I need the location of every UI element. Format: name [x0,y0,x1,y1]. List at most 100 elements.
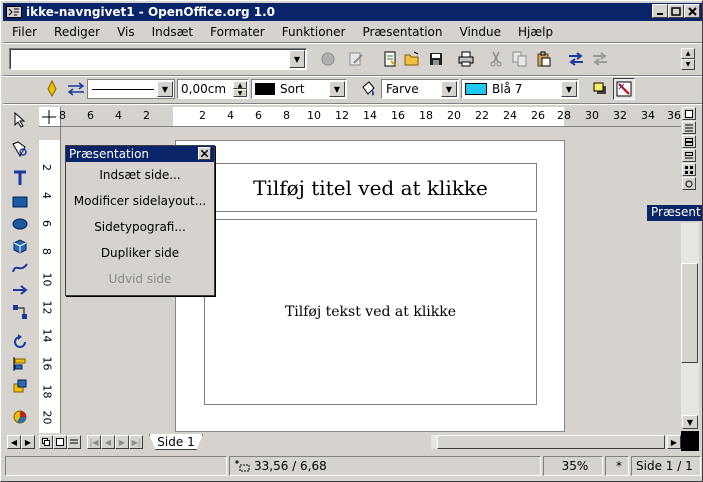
ruler-margin-top [39,127,60,140]
position-icon [235,460,250,472]
prev-tab-icon[interactable]: ◀ [101,435,115,449]
slide-view-icon[interactable] [39,435,53,449]
title-bar[interactable]: ikke-navngivet1 - OpenOffice.org 1.0 [3,3,702,21]
view-slides-icon[interactable] [682,135,696,148]
save-icon[interactable] [425,48,447,70]
zoom-icon[interactable] [9,138,31,160]
tab-nav-buttons: |◀ ◀ ▶ ▶| [87,435,147,449]
new-document-icon[interactable] [379,48,401,70]
status-zoom[interactable]: 35% [543,456,603,476]
ruler-tick: 6 [87,109,94,122]
horizontal-scroll-thumb[interactable] [437,435,665,449]
application-window: ikke-navngivet1 - OpenOffice.org 1.0 Fil… [0,0,703,482]
insert-object-icon[interactable] [9,405,31,427]
line-style-select[interactable]: ▼ [87,79,175,99]
title-placeholder[interactable]: Tilføj titel ved at klikke [204,163,537,212]
chevron-down-icon[interactable]: ▼ [441,81,457,97]
text-tool-icon[interactable] [9,167,31,189]
presentation-docked-tab[interactable]: Præsent [647,205,702,221]
view-outline-icon[interactable] [682,121,696,134]
menu-formater[interactable]: Formater [201,25,273,39]
ruler-tick: 18 [40,384,54,399]
vertical-scrollbar[interactable] [681,223,699,419]
menu-hjaelp[interactable]: Hjælp [509,25,561,39]
print-icon[interactable] [455,48,477,70]
chevron-down-icon[interactable]: ▼ [329,81,345,97]
maximize-icon[interactable] [668,4,684,18]
text-placeholder[interactable]: Tilføj tekst ved at klikke [204,219,537,405]
last-tab-icon[interactable]: ▶| [129,435,143,449]
toolbar-scroll-up-icon[interactable]: ▲ [681,48,695,59]
vertical-ruler[interactable]: 2 4 6 8 10 12 14 16 18 20 [39,127,61,433]
close-icon[interactable] [198,147,211,160]
curve-tool-icon[interactable] [9,257,31,279]
minimize-icon[interactable] [652,4,668,18]
ellipse-tool-icon[interactable] [9,213,31,235]
line-color-select[interactable]: Sort ▼ [251,79,347,99]
alignment-icon[interactable] [9,353,31,375]
shadow-icon[interactable] [589,78,611,100]
master-view-icon[interactable] [53,435,67,449]
layer-view-icon[interactable] [67,435,81,449]
slide[interactable]: Tilføj titel ved at klikke Tilføj tekst … [175,140,565,432]
undo-icon[interactable] [565,48,587,70]
chevron-down-icon[interactable]: ▼ [561,81,577,97]
bottom-left-buttons: ◀ ▶ [7,435,39,449]
next-tab-icon[interactable]: ▶ [115,435,129,449]
spin-down-icon[interactable]: ▼ [233,89,247,97]
spin-up-icon[interactable]: ▲ [233,81,247,89]
system-menu-icon[interactable] [6,5,22,19]
3d-object-icon[interactable] [9,235,31,257]
connector-tool-icon[interactable] [9,301,31,323]
view-handout-icon[interactable] [682,177,696,190]
scroll-right-icon[interactable]: ▶ [21,435,35,449]
palette-modify-layout[interactable]: Modificer sidelayout... [66,188,214,214]
select-arrow-icon[interactable] [9,109,31,131]
menu-vis[interactable]: Vis [108,25,143,39]
horizontal-scrollbar[interactable]: ▶ [431,435,681,449]
palette-titlebar[interactable]: Præsentation [66,146,214,162]
first-tab-icon[interactable]: |◀ [87,435,101,449]
line-width-value: 0,00cm [181,82,227,96]
tab-side-1[interactable]: Side 1 [149,434,203,450]
arrange-icon[interactable] [9,375,31,397]
url-field[interactable]: ▼ [9,48,307,70]
view-drawing-icon[interactable] [682,107,696,120]
view-sorter-icon[interactable] [682,163,696,176]
palette-duplicate-slide[interactable]: Dupliker side [66,240,214,266]
ruler-tick: 30 [585,109,599,122]
menu-filer[interactable]: Filer [3,25,45,39]
line-style-icon[interactable] [41,78,63,100]
palette-slide-design[interactable]: Sidetypografi... [66,214,214,240]
menu-vindue[interactable]: Vindue [451,25,510,39]
horizontal-ruler[interactable]: 8 6 4 2 2 4 6 8 10 12 14 16 18 20 22 24 … [59,107,681,127]
palette-insert-slide[interactable]: Indsæt side... [66,162,214,188]
area-style-select[interactable]: Farve ▼ [381,79,459,99]
menu-praesentation[interactable]: Præsentation [353,25,450,39]
view-notes-icon[interactable] [682,149,696,162]
line-width-field[interactable]: 0,00cm ▲ ▼ [177,79,249,99]
close-icon[interactable] [684,4,700,18]
vertical-scroll-thumb[interactable] [681,263,698,363]
paste-icon[interactable] [533,48,555,70]
ruler-origin[interactable] [39,107,61,127]
rectangle-tool-icon[interactable] [9,191,31,213]
window-title: ikke-navngivet1 - OpenOffice.org 1.0 [26,5,276,19]
scroll-down-icon[interactable]: ▼ [682,415,698,429]
rotate-tool-icon[interactable] [9,331,31,353]
area-color-select[interactable]: Blå 7 ▼ [461,79,579,99]
open-folder-icon[interactable] [401,48,423,70]
object-bar-toggle-icon[interactable] [613,78,635,100]
menu-funktioner[interactable]: Funktioner [273,25,354,39]
scroll-right-icon[interactable]: ▶ [667,435,681,449]
scroll-left-icon[interactable]: ◀ [7,435,21,449]
toolbar-scroll-down-icon[interactable]: ▼ [681,59,695,70]
chevron-down-icon[interactable]: ▼ [289,50,305,68]
area-fill-icon[interactable] [357,78,379,100]
main-toolbar [6,105,34,435]
menu-indsaet[interactable]: Indsæt [143,25,202,39]
arrow-style-icon[interactable] [65,78,87,100]
line-arrow-tool-icon[interactable] [9,279,31,301]
chevron-down-icon[interactable]: ▼ [157,81,173,97]
menu-rediger[interactable]: Rediger [45,25,108,39]
